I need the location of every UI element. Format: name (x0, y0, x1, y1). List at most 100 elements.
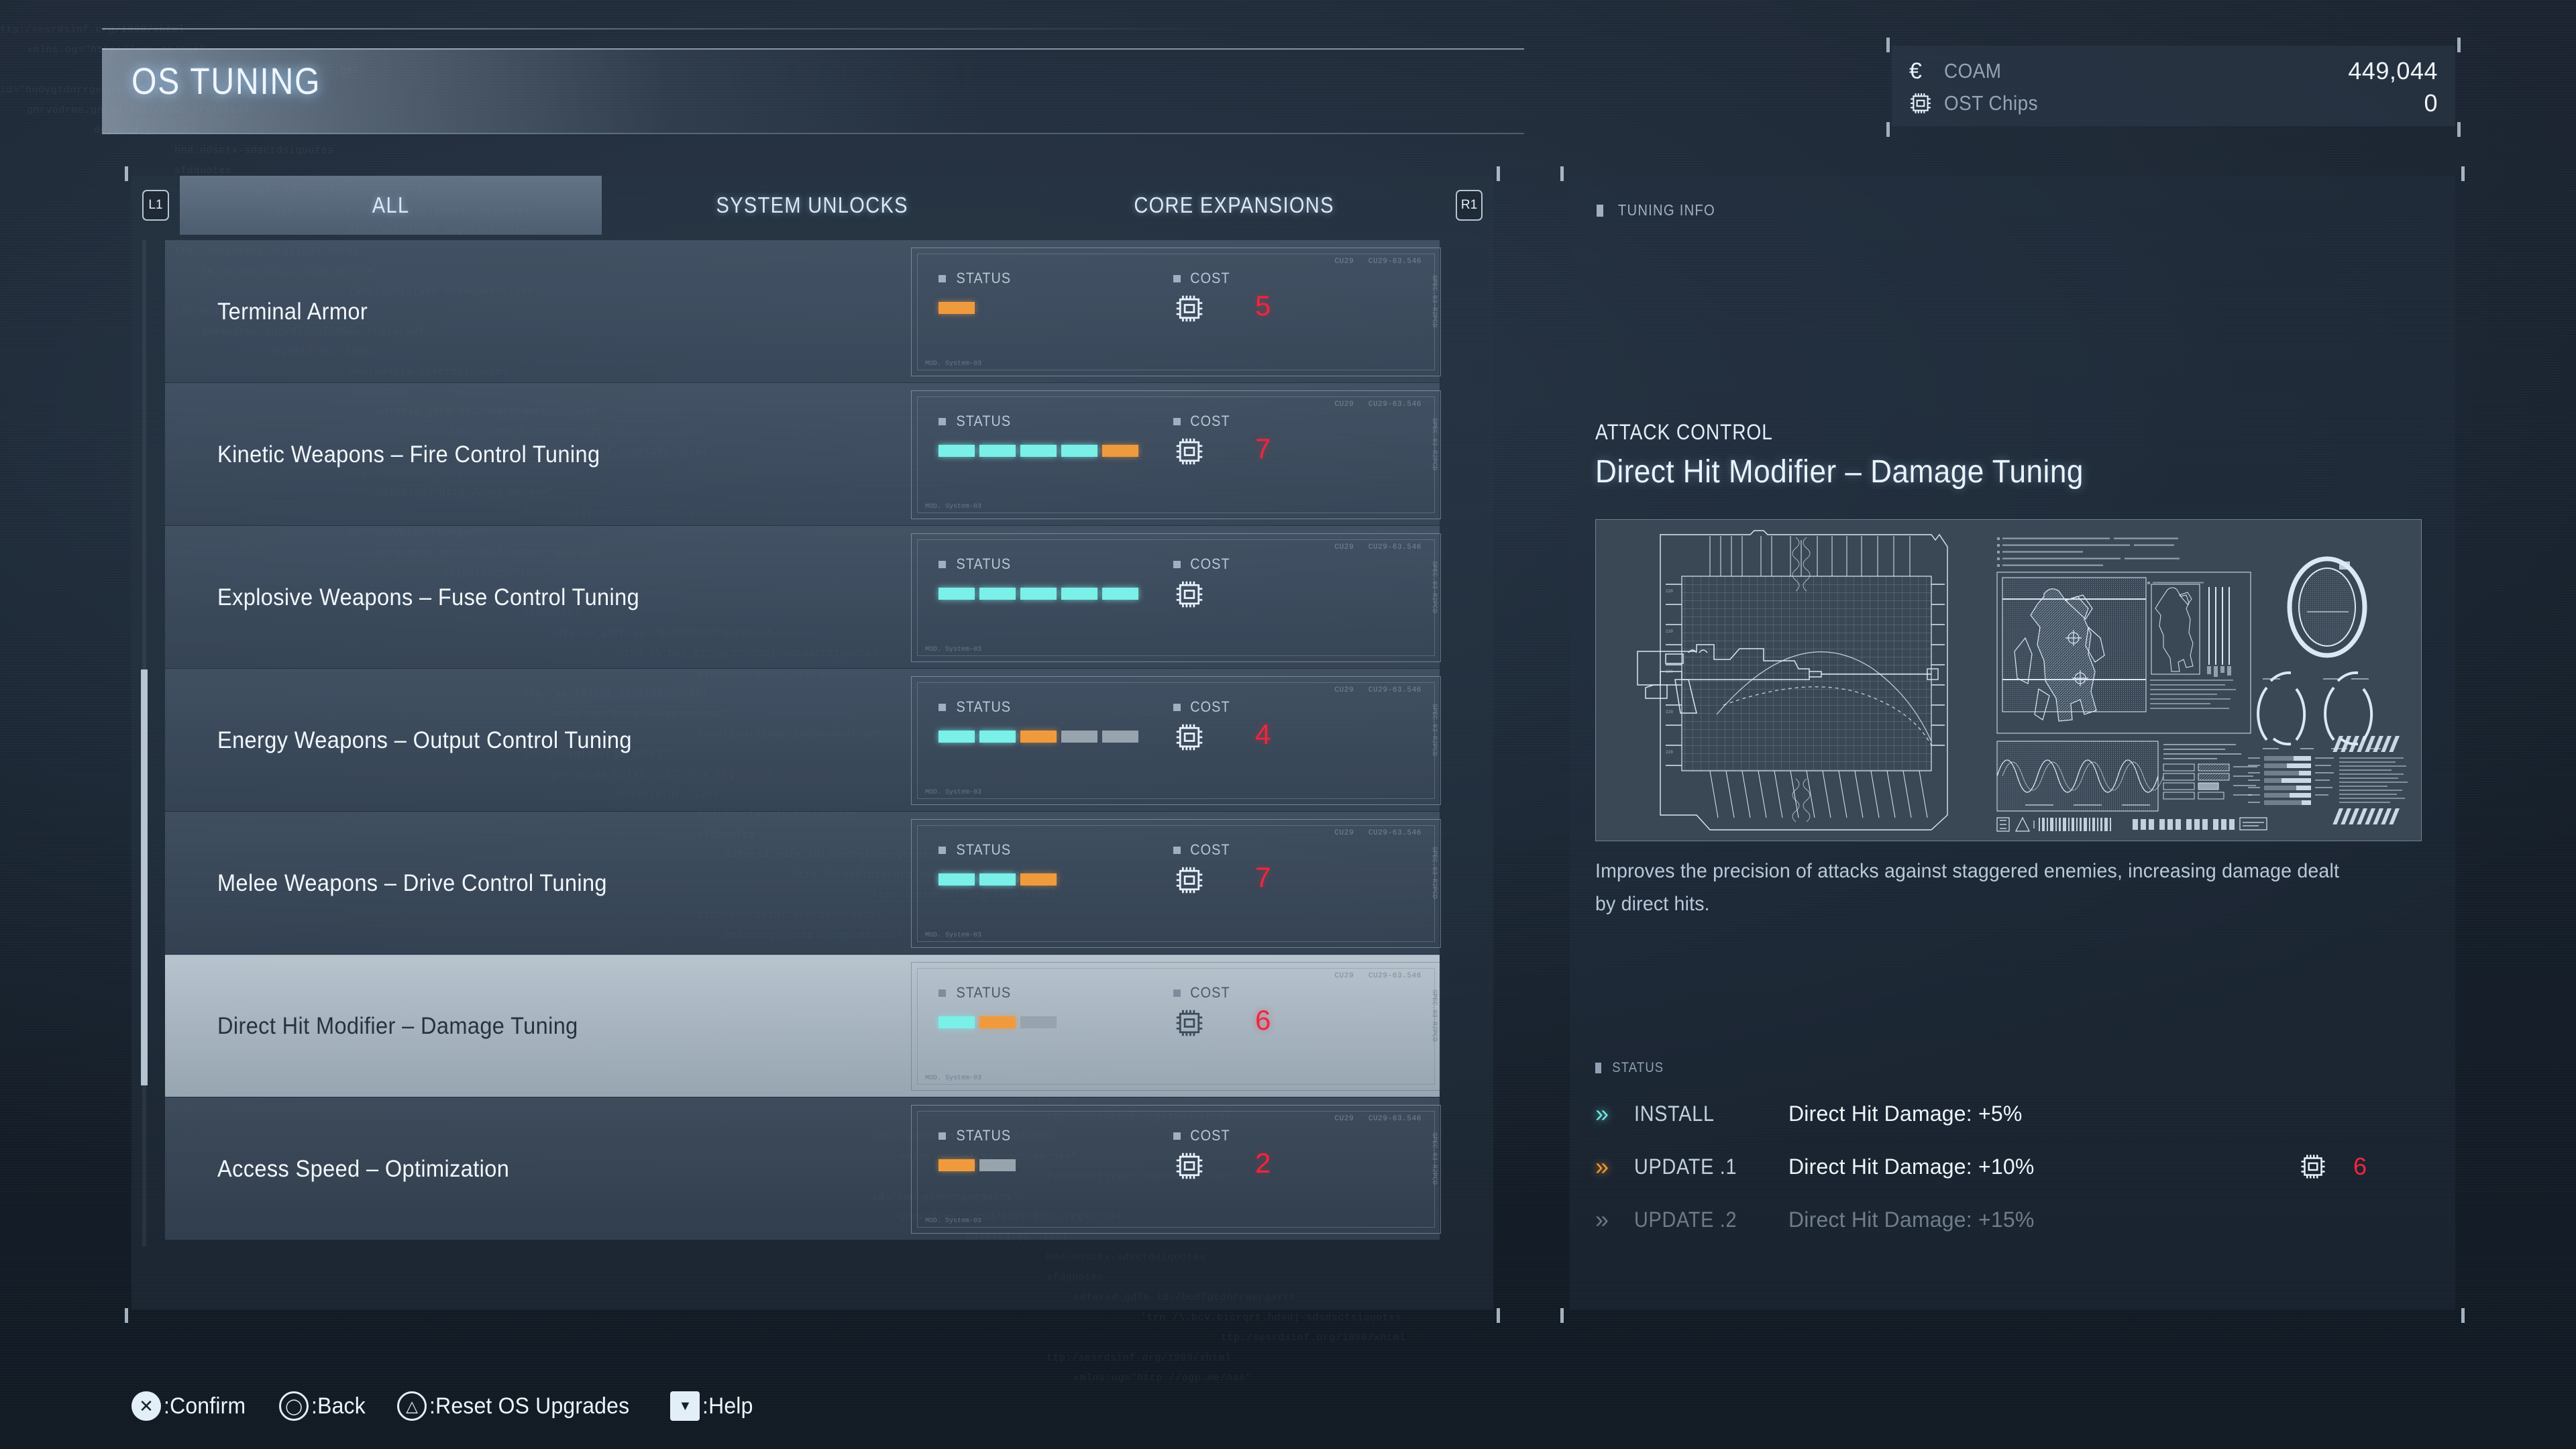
status-segment (938, 731, 975, 743)
svg-text:220: 220 (1666, 750, 1673, 755)
statbox-status-label: STATUS (938, 555, 1014, 573)
right-panel-corner-tick-tr (2461, 166, 2465, 181)
tuning-row-statbox: CU29 CU29-63.546 SPEC.03-R2PCD MOD. System… (911, 819, 1441, 948)
statbox-vertical-code: SPEC.03-R2PCD (1430, 989, 1438, 1042)
status-segment (979, 445, 1016, 457)
statbox-code: CU29 CU29-63.546 (1334, 543, 1421, 551)
tuning-row[interactable]: Melee Weapons – Drive Control Tuning CU29… (165, 812, 1441, 954)
status-segment (1061, 588, 1097, 600)
tuning-row[interactable]: Terminal Armor CU29 CU29-63.546 SPEC.03-R2… (165, 240, 1441, 382)
currency-corner-tick-right (2457, 38, 2461, 52)
cost-bullet-icon (1173, 1132, 1181, 1140)
tab-core-expansions-label: CORE EXPANSIONS (1134, 193, 1334, 217)
hint-help-label: :Help (702, 1393, 753, 1419)
statbox-vertical-code: SPEC.03-R2PCD (1430, 418, 1438, 471)
cost-bullet-icon (1173, 703, 1181, 711)
currency-label-coam: COAM (1944, 59, 2002, 83)
status-segment (979, 873, 1016, 885)
status-segment (938, 302, 975, 314)
currency-row-coam: € COAM 449,044 (1909, 55, 2438, 87)
dpad-down-button-icon: ▼ (670, 1391, 700, 1421)
hint-reset[interactable]: △ :Reset OS Upgrades (397, 1391, 642, 1421)
tuning-info-bullet-icon (1597, 204, 1603, 217)
left-panel-corner-tick-tr (1497, 166, 1500, 181)
status-segment (1020, 445, 1057, 457)
tab-bar: L1 ALL SYSTEM UNLOCKS CORE EXPANSIONS R1 (131, 176, 1493, 235)
upgrade-row[interactable]: » INSTALL Direct Hit Damage: +5% (1595, 1096, 2434, 1131)
statbox-cost-label: COST (1173, 1127, 1232, 1144)
tuning-info-label: TUNING INFO (1597, 201, 1722, 219)
tuning-row-name: Kinetic Weapons – Fire Control Tuning (217, 441, 600, 468)
tuning-row-cost: 7 (1255, 861, 1271, 893)
control-hints: ✕ :Confirm ◯ :Back △ :Reset OS Upgrades … (131, 1391, 785, 1421)
tuning-row[interactable]: Explosive Weapons – Fuse Control Tuning C… (165, 526, 1441, 668)
tuning-row-name: Access Speed – Optimization (217, 1155, 510, 1182)
currency-corner-tick-bottom-right (2457, 122, 2461, 137)
right-panel-corner-tick-tl (1560, 166, 1564, 181)
hint-confirm[interactable]: ✕ :Confirm (131, 1391, 251, 1421)
left-panel-corner-tick-bl (125, 1308, 128, 1323)
status-segment (1102, 445, 1138, 457)
status-segment (1061, 731, 1097, 743)
l1-bumper-icon[interactable]: L1 (142, 190, 169, 221)
detail-status-label-text: STATUS (1612, 1060, 1664, 1075)
statbox-cost-label: COST (1173, 984, 1232, 1002)
upgrade-row[interactable]: » UPDATE .2 Direct Hit Damage: +15% (1595, 1202, 2434, 1237)
currency-row-ost-chips: OST Chips 0 (1909, 87, 2438, 119)
tuning-row-cost: 6 (1255, 1004, 1271, 1036)
upgrade-row[interactable]: » UPDATE .1 Direct Hit Damage: +10% 6 (1595, 1149, 2434, 1184)
tuning-row-statbox: CU29 CU29-63.546 SPEC.03-R2PCD MOD. System… (911, 676, 1441, 805)
status-segment (979, 588, 1016, 600)
status-bullet-icon (938, 846, 946, 854)
tuning-row-statbox: CU29 CU29-63.546 SPEC.03-R2PCD MOD. System… (911, 962, 1441, 1091)
left-panel-corner-tick-tl (125, 166, 128, 181)
tuning-info-panel: TUNING INFO ATTACK CONTROL Direct Hit Mo… (1560, 166, 2465, 1323)
tuning-row[interactable]: Direct Hit Modifier – Damage Tuning CU29 … (165, 955, 1441, 1097)
tab-core-expansions[interactable]: CORE EXPANSIONS (1023, 176, 1445, 235)
tuning-row[interactable]: Access Speed – Optimization CU29 CU29-63.… (165, 1097, 1441, 1240)
status-segment (1020, 1016, 1057, 1028)
tab-all[interactable]: ALL (180, 176, 602, 235)
tab-system-unlocks[interactable]: SYSTEM UNLOCKS (602, 176, 1024, 235)
status-segment (938, 588, 975, 600)
statbox-status-label: STATUS (938, 413, 1014, 430)
detail-status-label: STATUS (1595, 1060, 1668, 1076)
status-bullet-icon (938, 560, 946, 568)
statbox-corner-code: MOD. System-03 (925, 1075, 982, 1082)
scrollbar-thumb[interactable] (141, 669, 148, 1085)
tuning-row-cost: 4 (1255, 718, 1271, 750)
status-bullet-icon (938, 703, 946, 711)
statbox-vertical-code: SPEC.03-R2PCD (1430, 561, 1438, 614)
tuning-list-panel: L1 ALL SYSTEM UNLOCKS CORE EXPANSIONS R1… (125, 166, 1500, 1323)
r1-bumper-icon[interactable]: R1 (1456, 190, 1483, 221)
status-segment (979, 1016, 1016, 1028)
statbox-cost-label: COST (1173, 841, 1232, 859)
upgrade-name: UPDATE .2 (1634, 1207, 1737, 1232)
hint-help[interactable]: ▼ :Help (670, 1391, 756, 1421)
tuning-row-cost: 2 (1255, 1147, 1271, 1179)
status-segment (979, 731, 1016, 743)
statbox-status-label: STATUS (938, 841, 1014, 859)
tuning-row[interactable]: Kinetic Weapons – Fire Control Tuning CU2… (165, 383, 1441, 525)
hint-back[interactable]: ◯ :Back (279, 1391, 369, 1421)
statbox-code: CU29 CU29-63.546 (1334, 972, 1421, 980)
statbox-status-label: STATUS (938, 1127, 1014, 1144)
statbox-cost-label: COST (1173, 270, 1232, 287)
statbox-cost-label: COST (1173, 413, 1232, 430)
status-segment (1061, 445, 1097, 457)
triangle-button-icon: △ (397, 1391, 427, 1421)
currency-corner-tick-left (1886, 38, 1890, 52)
statbox-vertical-code: SPEC.03-R2PCD (1430, 275, 1438, 328)
tuning-row[interactable]: Energy Weapons – Output Control Tuning CU… (165, 669, 1441, 811)
status-segment (938, 873, 975, 885)
left-panel-corner-tick-br (1497, 1308, 1500, 1323)
upgrade-cost: 6 (2300, 1152, 2434, 1181)
upgrade-name: INSTALL (1634, 1101, 1715, 1126)
ost-chip-icon (1175, 437, 1204, 466)
svg-text:220: 220 (1666, 589, 1673, 594)
status-segment (938, 1159, 975, 1171)
ost-chip-icon (1175, 1008, 1204, 1038)
status-segment (938, 445, 975, 457)
currency-corner-tick-bottom-left (1886, 122, 1890, 137)
upgrade-effect: Direct Hit Damage: +5% (1788, 1101, 2023, 1126)
